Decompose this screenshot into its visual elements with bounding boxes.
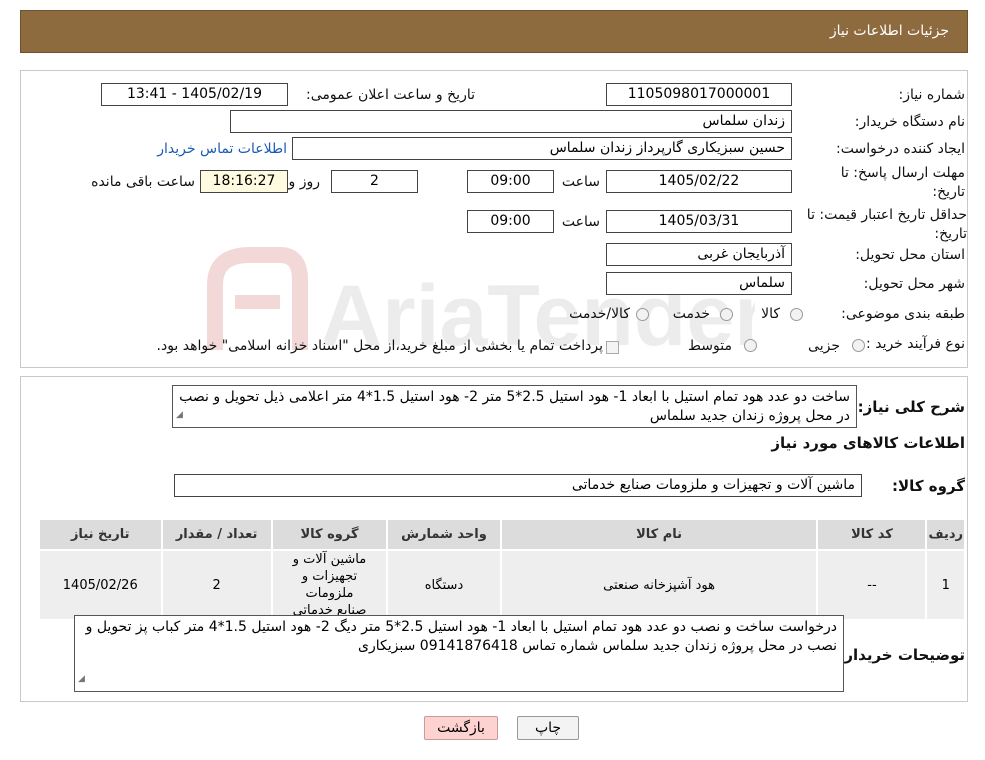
col-header-row-number: ردیف [925, 518, 966, 551]
days-field: 2 [331, 170, 418, 193]
remaining-time-field: 18:16:27 [200, 170, 288, 193]
cell-row-number: 1 [925, 549, 966, 621]
category-option-service-label: خدمت [672, 306, 710, 322]
province-field: آذربایجان غربی [606, 243, 792, 266]
province-label: استان محل تحویل: [855, 247, 965, 263]
requester-field: حسین سبزیکاری گارپرداز زندان سلماس [292, 137, 792, 160]
price-time-label: ساعت [561, 214, 600, 230]
process-label: نوع فرآیند خرید : [866, 336, 965, 352]
items-table-header-row: ردیف کد کالا نام کالا واحد شمارش گروه کا… [38, 518, 966, 551]
summary-text: ساخت دو عدد هود تمام استیل با ابعاد 1- ه… [179, 389, 850, 424]
announce-field: 1405/02/19 - 13:41 [101, 83, 288, 106]
category-option-service-radio[interactable] [720, 308, 733, 321]
resize-grip-icon[interactable]: ◢ [78, 670, 85, 689]
print-button[interactable]: چاپ [517, 716, 579, 740]
price-time-field: 09:00 [467, 210, 554, 233]
category-option-both-label: کالا/خدمت [569, 306, 630, 322]
table-row: 1 -- هود آشپزخانه صنعتی دستگاه ماشین آلا… [38, 549, 966, 621]
price-validity-label: حداقل تاریخ اعتبار قیمت: تا تاریخ: [806, 207, 967, 242]
col-header-code: کد کالا [816, 518, 928, 551]
process-option-minor-label: جزیی [808, 338, 840, 354]
requester-label: ایجاد کننده درخواست: [836, 141, 965, 157]
buyer-notes-label: توضیحات خریدار: [838, 646, 965, 664]
reply-deadline-label: مهلت ارسال پاسخ: تا تاریخ: [840, 165, 965, 200]
city-label: شهر محل تحویل: [863, 276, 965, 292]
buyer-org-field: زندان سلماس [230, 110, 792, 133]
cell-unit: دستگاه [386, 549, 502, 621]
summary-label: شرح کلی نیاز: [857, 398, 965, 416]
items-table: ردیف کد کالا نام کالا واحد شمارش گروه کا… [38, 518, 966, 621]
col-header-name: نام کالا [499, 518, 819, 551]
reply-date-field: 1405/02/22 [606, 170, 792, 193]
page-header: جزئیات اطلاعات نیاز [20, 10, 968, 53]
buyer-notes-textarea[interactable]: درخواست ساخت و نصب دو عدد هود تمام استیل… [74, 615, 844, 692]
treasury-checkbox[interactable] [606, 341, 619, 354]
cell-quantity: 2 [160, 549, 273, 621]
need-number-label: شماره نیاز: [898, 87, 966, 103]
announce-label: تاریخ و ساعت اعلان عمومی: [306, 87, 475, 103]
page-title: جزئیات اطلاعات نیاز [829, 23, 949, 39]
cell-need-date: 1405/02/26 [38, 549, 163, 621]
col-header-group: گروه کالا [270, 518, 389, 551]
reply-time-label: ساعت [561, 174, 600, 190]
process-option-medium-label: متوسط [688, 338, 732, 354]
cell-code: -- [816, 549, 928, 621]
items-section-title: اطلاعات کالاهای مورد نیاز [771, 434, 965, 452]
days-label: روز و [288, 174, 321, 190]
items-table-wrapper: ردیف کد کالا نام کالا واحد شمارش گروه کا… [38, 518, 966, 621]
cell-group: ماشین آلات و تجهیزات و ملزومات صنایع خدم… [270, 549, 389, 621]
goods-group-label: گروه کالا: [892, 477, 965, 495]
reply-time-field: 09:00 [467, 170, 554, 193]
process-option-medium-radio[interactable] [744, 339, 757, 352]
category-label: طبقه بندی موضوعی: [841, 306, 965, 322]
col-header-need-date: تاریخ نیاز [38, 518, 163, 551]
category-option-both-radio[interactable] [636, 308, 649, 321]
city-field: سلماس [606, 272, 792, 295]
process-option-minor-radio[interactable] [852, 339, 865, 352]
summary-textarea[interactable]: ساخت دو عدد هود تمام استیل با ابعاد 1- ه… [172, 385, 857, 428]
category-option-goods-label: کالا [761, 306, 780, 322]
resize-grip-icon[interactable]: ◢ [176, 406, 183, 425]
buyer-notes-text: درخواست ساخت و نصب دو عدد هود تمام استیل… [85, 619, 837, 654]
back-button[interactable]: بازگشت [424, 716, 498, 740]
buyer-org-label: نام دستگاه خریدار: [854, 114, 965, 130]
need-number-field: 1105098017000001 [606, 83, 792, 106]
buyer-contact-link[interactable]: اطلاعات تماس خریدار [157, 141, 287, 157]
treasury-note: پرداخت تمام یا بخشی از مبلغ خرید،از محل … [156, 338, 603, 354]
col-header-quantity: تعداد / مقدار [160, 518, 273, 551]
price-date-field: 1405/03/31 [606, 210, 792, 233]
cell-name: هود آشپزخانه صنعتی [499, 549, 819, 621]
goods-group-field: ماشین آلات و تجهیزات و ملزومات صنایع خدم… [174, 474, 862, 497]
col-header-unit: واحد شمارش [386, 518, 502, 551]
remaining-time-label: ساعت باقی مانده [91, 174, 195, 190]
category-option-goods-radio[interactable] [790, 308, 803, 321]
